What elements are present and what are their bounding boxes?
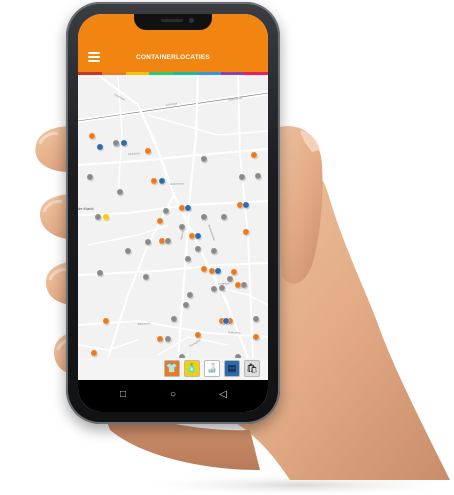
pmd-container-marker[interactable]: [88, 132, 96, 140]
rest-container-marker[interactable]: [164, 335, 172, 343]
filter-bar: 👕 🧴 🍶 ▤ 🛍: [78, 358, 268, 380]
rest-container-marker[interactable]: [170, 315, 178, 323]
rest-container-marker[interactable]: [220, 213, 228, 221]
back-triangle-icon[interactable]: ◁: [216, 388, 230, 402]
pmd-container-marker[interactable]: [156, 217, 164, 225]
rest-container-marker[interactable]: [144, 238, 152, 246]
pmd-container-marker[interactable]: [242, 228, 250, 236]
rest-container-marker[interactable]: [162, 207, 170, 215]
svg-text:Molenstraat: Molenstraat: [170, 181, 184, 186]
paper-container-marker[interactable]: [158, 177, 166, 185]
paper-container-marker[interactable]: [120, 139, 128, 147]
rest-container-marker[interactable]: [94, 213, 102, 221]
phone-notch: [134, 14, 212, 30]
rest-container-marker[interactable]: [200, 155, 208, 163]
rest-container-marker[interactable]: [210, 247, 218, 255]
rest-container-marker[interactable]: [164, 237, 172, 245]
pmd-container-marker[interactable]: [234, 281, 242, 289]
paper-container-marker[interactable]: [214, 267, 222, 275]
pmd-container-marker[interactable]: [250, 151, 258, 159]
front-camera-icon: [189, 18, 194, 23]
svg-text:Kerkstraat: Kerkstraat: [128, 151, 140, 156]
pmd-container-marker[interactable]: [236, 201, 244, 209]
pmd-container-marker[interactable]: [252, 333, 260, 341]
rest-container-marker[interactable]: [186, 291, 194, 299]
android-navigation-bar: □ ○ ◁: [78, 380, 268, 412]
rest-container-marker[interactable]: [218, 284, 226, 292]
speaker-grille: [161, 19, 183, 22]
bottle-icon[interactable]: 🧴: [184, 360, 200, 377]
recents-square-icon[interactable]: □: [116, 388, 130, 402]
paper-container-marker[interactable]: [194, 232, 202, 240]
pmd-container-marker[interactable]: [230, 268, 238, 276]
pmd-container-marker[interactable]: [194, 331, 202, 339]
rest-container-marker[interactable]: [96, 269, 104, 277]
svg-text:Boudewijnlaan: Boudewijnlaan: [207, 224, 217, 242]
rest-container-marker[interactable]: [142, 273, 150, 281]
rest-container-marker[interactable]: [238, 173, 246, 181]
rest-container-marker[interactable]: [210, 285, 218, 293]
phone-screen: CONTAINERLOCATIES Houtstraat Zuidstraat …: [78, 14, 268, 412]
svg-text:Dorpsplein: Dorpsplein: [189, 338, 202, 348]
paper-container-marker[interactable]: [96, 143, 104, 151]
pmd-container-marker[interactable]: [188, 232, 196, 240]
pmd-container-marker[interactable]: [158, 237, 166, 245]
rest-container-marker[interactable]: [112, 139, 120, 147]
pmd-container-marker[interactable]: [178, 204, 186, 212]
textile-icon[interactable]: 👕: [164, 360, 180, 377]
paper-container-marker[interactable]: [242, 201, 250, 209]
rest-container-marker[interactable]: [240, 281, 248, 289]
container-map[interactable]: Houtstraat Zuidstraat Stationsplein Kerk…: [78, 75, 268, 358]
rest-container-marker[interactable]: [226, 275, 234, 283]
rest-container-marker[interactable]: [254, 172, 262, 180]
glass-container-marker[interactable]: [102, 213, 110, 221]
pmd-container-marker[interactable]: [150, 177, 158, 185]
home-circle-icon[interactable]: ○: [166, 388, 180, 402]
rest-bag-icon[interactable]: 🛍: [244, 360, 260, 377]
rest-container-marker[interactable]: [86, 173, 94, 181]
pmd-container-marker[interactable]: [102, 317, 110, 325]
rest-container-marker[interactable]: [184, 255, 192, 263]
phone-mockup-stage: CONTAINERLOCATIES Houtstraat Zuidstraat …: [0, 0, 454, 495]
rest-container-marker[interactable]: [252, 315, 260, 323]
rest-container-marker[interactable]: [194, 245, 202, 253]
pmd-container-marker[interactable]: [144, 147, 152, 155]
paper-container-marker[interactable]: [184, 204, 192, 212]
glass-icon[interactable]: 🍶: [204, 360, 220, 377]
page-title: CONTAINERLOCATIES: [136, 54, 210, 61]
rest-container-marker[interactable]: [200, 213, 208, 221]
pmd-container-marker[interactable]: [208, 267, 216, 275]
rest-container-marker[interactable]: [116, 188, 124, 196]
rest-container-marker[interactable]: [178, 223, 186, 231]
paper-container-marker[interactable]: [222, 317, 230, 325]
pmd-container-marker[interactable]: [90, 349, 98, 357]
rest-container-marker[interactable]: [182, 301, 190, 309]
paper-icon[interactable]: ▤: [224, 360, 240, 377]
place-label: de Markt: [78, 206, 94, 211]
pmd-container-marker[interactable]: [156, 335, 164, 343]
rest-container-marker[interactable]: [124, 247, 132, 255]
pmd-container-marker[interactable]: [200, 265, 208, 273]
